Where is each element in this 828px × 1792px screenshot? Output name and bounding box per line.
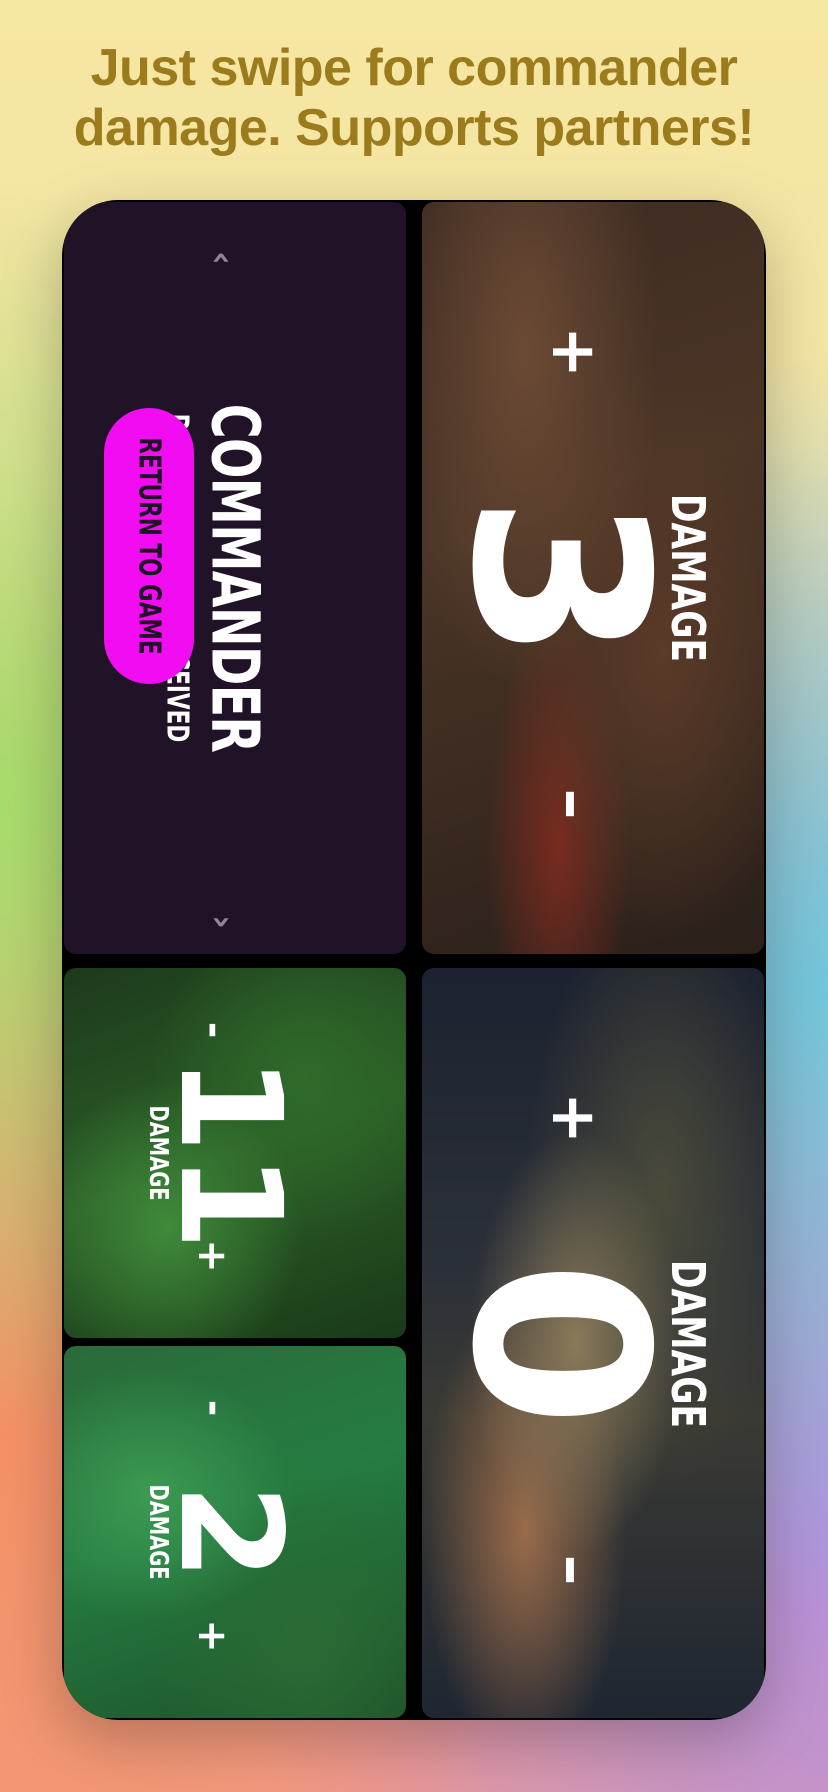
increment-button[interactable]: +: [189, 1239, 235, 1273]
decrement-button[interactable]: –: [538, 1555, 611, 1586]
damage-value: 3: [422, 494, 699, 662]
headline-line-2: damage. Supports partners!: [73, 99, 755, 157]
increment-button[interactable]: +: [538, 326, 611, 378]
headline: Just swipe for commander damage. Support…: [0, 38, 828, 158]
partner-panel-2[interactable]: - 2 DAMAGE +: [64, 1346, 406, 1718]
phone-screen: ‹ COMMANDER DAMAGE YOU'VE RECEIVED RETUR…: [62, 200, 766, 1720]
increment-button[interactable]: +: [189, 1619, 235, 1653]
damage-label: DAMAGE: [143, 1484, 173, 1580]
decrement-button[interactable]: –: [538, 789, 611, 820]
increment-button[interactable]: +: [538, 1092, 611, 1144]
damage-value: 2: [148, 1483, 311, 1581]
damage-label: DAMAGE: [661, 493, 715, 663]
damage-value: 11: [148, 1055, 311, 1251]
return-to-game-label: RETURN TO GAME: [131, 437, 167, 655]
partner-panel-1[interactable]: - 11 DAMAGE +: [64, 968, 406, 1338]
decrement-button[interactable]: -: [191, 1400, 237, 1417]
damage-value: 0: [422, 1260, 699, 1428]
chevron-down-icon[interactable]: ›: [202, 915, 242, 929]
commander-title: COMMANDER: [196, 403, 274, 753]
damage-label: DAMAGE: [143, 1105, 173, 1201]
commander-panel: ‹ COMMANDER DAMAGE YOU'VE RECEIVED RETUR…: [64, 202, 406, 954]
damage-label: DAMAGE: [661, 1259, 715, 1429]
opponent-panel-2[interactable]: + 0 DAMAGE –: [422, 968, 764, 1718]
chevron-up-icon[interactable]: ‹: [202, 251, 242, 265]
headline-line-1: Just swipe for commander: [90, 39, 738, 97]
opponent-panel-1[interactable]: + 3 DAMAGE –: [422, 202, 764, 954]
decrement-button[interactable]: -: [191, 1022, 237, 1039]
return-to-game-button[interactable]: RETURN TO GAME: [104, 408, 194, 684]
